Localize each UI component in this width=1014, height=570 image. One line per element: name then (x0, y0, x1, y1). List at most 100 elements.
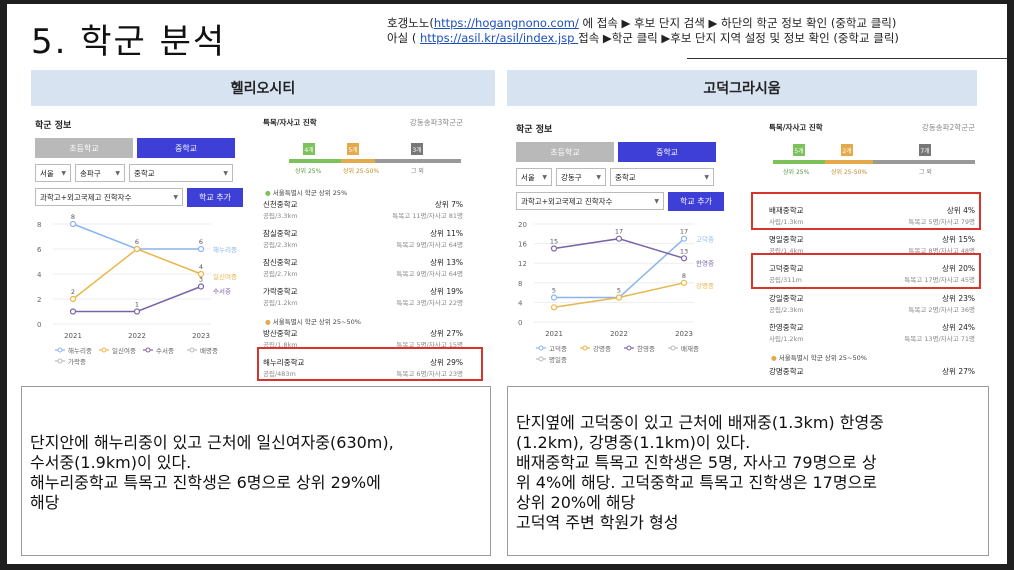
y-tick-label: 6 (37, 246, 42, 254)
school-pct: 상위 13% (430, 258, 463, 267)
metric-value: 과학고+외고국제고 진학자수 (521, 196, 613, 206)
add-school-button[interactable]: 학교 추가 (187, 188, 243, 207)
chevron-down-icon: ▼ (596, 173, 601, 181)
y-tick-label: 8 (37, 221, 41, 229)
school-dist: 공립/3.3km (263, 212, 298, 220)
city-value: 서울 (521, 172, 535, 182)
school-pct: 상위 11% (430, 229, 463, 238)
source-instructions: 호갱노노(https://hogangnono.com/ 에 접속 ▶ 후보 단… (387, 16, 977, 46)
bar-25-50 (825, 160, 873, 164)
ranking-title: 특목/자사고 진학 (769, 123, 823, 132)
bar-label-top25: 상위 25% (783, 169, 810, 176)
legend-marker (670, 345, 676, 351)
legend-label: 해누리중 (68, 346, 92, 355)
hogangnono-link[interactable]: https://hogangnono.com/ (434, 16, 579, 30)
series-end-label: 해누리중 (213, 245, 237, 254)
source-2-prefix: 아실 ( (387, 31, 420, 45)
city-select[interactable]: 서울 ▼ (35, 164, 71, 182)
list-item[interactable]: 신천중학교 상위 7% 공립/3.3km 특목고 11명/자사고 81명 (263, 199, 463, 223)
data-point (69, 308, 77, 315)
legend-marker (101, 347, 107, 353)
data-label: 6 (199, 238, 203, 246)
flag-others-icon: 3개 (411, 143, 423, 155)
data-label: 2 (71, 288, 75, 296)
list-item[interactable]: 가락중학교 상위 19% 공립/1.2km 특목고 3명/자사고 22명 (263, 286, 463, 310)
school-name: 잠신중학교 (263, 258, 298, 267)
school-detail: 특목고 9명/자사고 64명 (396, 241, 463, 249)
list-item[interactable]: 한영중학교 상위 24% 사립/1.2km 특목고 13명/자사고 71명 (769, 322, 975, 346)
tab-middle[interactable]: 중학교 (618, 142, 716, 162)
metric-select[interactable]: 과학고+외고국제고 진학자수 ▼ (35, 188, 183, 206)
source-2-suffix: 접속 ▶학군 클릭 ▶후보 단지 지역 설정 및 정보 확인 (중학교 클릭) (578, 31, 899, 45)
chevron-down-icon: ▼ (115, 169, 120, 177)
data-point (69, 220, 77, 228)
data-point (550, 304, 558, 311)
group-25-50-text: 서울특별시 학군 상위 25~50% (778, 354, 867, 362)
data-point (680, 235, 688, 242)
x-tick-label: 2023 (192, 332, 210, 340)
tab-middle[interactable]: 중학교 (137, 138, 235, 158)
chevron-down-icon: ▼ (61, 169, 66, 177)
note-line: 위 4%에 해당. 고덕중학교 특목고 진학생은 17명으로 (516, 473, 878, 492)
tab-elementary[interactable]: 초등학교 (35, 138, 133, 158)
district-value: 송파구 (80, 168, 101, 178)
source-1-suffix: 에 접속 ▶ 후보 단지 검색 ▶ 하단의 학군 정보 확인 (중학교 클릭) (578, 16, 897, 30)
data-label: 13 (680, 247, 688, 255)
series-end-label: 수서중 (213, 287, 231, 296)
ranking-title: 특목/자사고 진학 (263, 118, 317, 127)
add-school-button[interactable]: 학교 추가 (668, 192, 724, 211)
y-tick-label: 16 (518, 241, 527, 249)
ranking-header: 특목/자사고 진학 강동송파2학군군 (769, 122, 975, 133)
note-line: 해당 (30, 493, 60, 512)
data-point (680, 255, 688, 262)
legend-label: 가락중 (68, 357, 86, 366)
source-line-1: 호갱노노(https://hogangnono.com/ 에 접속 ▶ 후보 단… (387, 16, 977, 31)
bar-label-others: 그 외 (411, 168, 424, 175)
district-select[interactable]: 강동구 ▼ (556, 168, 606, 186)
list-item[interactable]: 잠신중학교 상위 13% 공립/2.7km 특목고 9명/자사고 64명 (263, 257, 463, 281)
data-point (133, 245, 141, 253)
legend-label: 명일중 (549, 355, 567, 364)
series-end-label: 고덕중 (696, 235, 714, 244)
right-summary-note: 단지옆에 고덕중이 있고 근처에 배재중(1.3km) 한영중 (1.2km),… (507, 386, 989, 556)
school-pct: 상위 23% (942, 294, 975, 303)
city-select[interactable]: 서울 ▼ (516, 168, 552, 186)
y-tick-label: 4 (518, 299, 523, 307)
list-item[interactable]: 강일중학교 상위 23% 공립/2.3km 특목고 2명/자사고 36명 (769, 293, 975, 317)
school-detail: 특목고 2명/자사고 36명 (908, 306, 975, 314)
tab-elementary[interactable]: 초등학교 (516, 142, 614, 162)
school-info-title: 학군 정보 (516, 125, 553, 135)
note-line: 단지옆에 고덕중이 있고 근처에 배재중(1.3km) 한영중 (516, 413, 884, 432)
bar-others (873, 160, 975, 164)
district-value: 강동구 (561, 172, 582, 182)
level-select[interactable]: 중학교 ▼ (610, 168, 714, 186)
bar-label-25-50: 상위 25-50% (831, 169, 868, 176)
legend-label: 배재중 (681, 344, 699, 353)
data-point (197, 283, 205, 290)
data-label: 6 (135, 238, 139, 246)
list-item[interactable]: 잠실중학교 상위 11% 공립/2.3km 특목고 9명/자사고 64명 (263, 228, 463, 252)
data-label: 8 (682, 272, 686, 280)
highlight-baejae (751, 192, 981, 230)
district-select[interactable]: 송파구 ▼ (75, 164, 125, 182)
metric-select[interactable]: 과학고+외고국제고 진학자수 ▼ (516, 192, 664, 210)
school-dist: 공립/1.2km (263, 299, 298, 307)
bar-label-25-50: 상위 25-50% (343, 168, 380, 175)
series-end-label: 한영중 (696, 258, 714, 267)
level-select[interactable]: 중학교 ▼ (129, 164, 233, 182)
school-name: 방산중학교 (263, 329, 298, 338)
school-detail: 특목고 13명/자사고 71명 (904, 335, 975, 343)
asil-link[interactable]: https://asil.kr/asil/index.jsp (420, 31, 578, 45)
group-25-50-text: 서울특별시 학군 상위 25~50% (272, 318, 361, 326)
level-value: 중학교 (134, 168, 155, 178)
data-point (615, 294, 623, 301)
flag-others-icon: 7개 (919, 144, 931, 156)
y-tick-label: 20 (518, 221, 527, 229)
left-ranking-card: 특목/자사고 진학 강동송파3학군군 4개 5개 3개 상위 25% 상위 25… (263, 117, 463, 379)
bar-label-top25: 상위 25% (295, 168, 322, 175)
data-label: 17 (615, 228, 623, 236)
x-tick-label: 2021 (64, 332, 82, 340)
data-point (197, 245, 205, 253)
chevron-down-icon: ▼ (223, 169, 228, 177)
legend-marker (582, 345, 588, 351)
